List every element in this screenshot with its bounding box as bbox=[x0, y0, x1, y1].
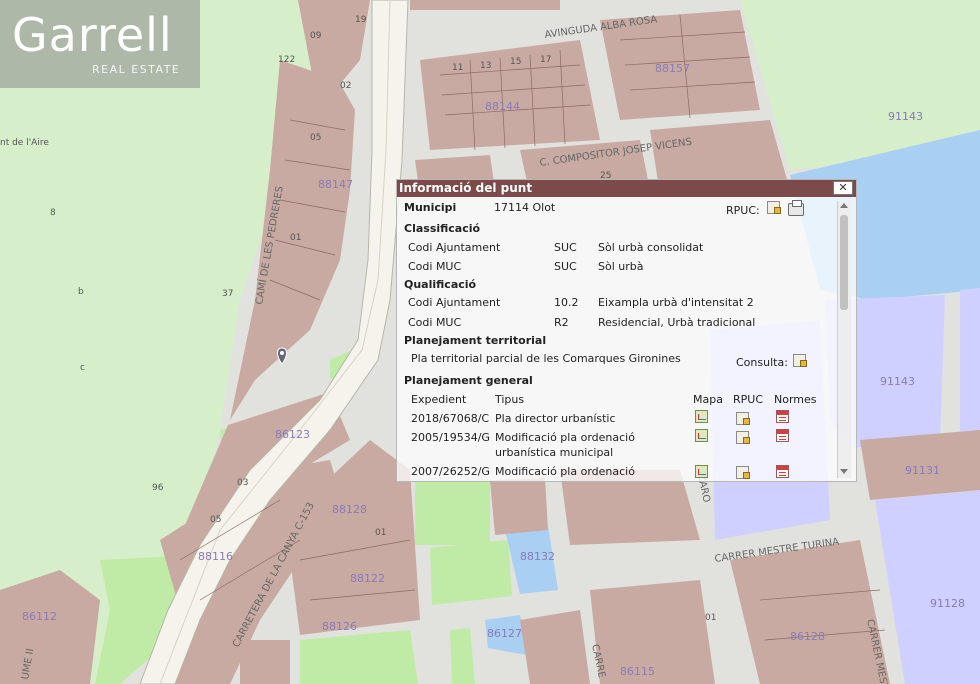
svg-text:01: 01 bbox=[705, 613, 716, 623]
expedient-value: 2007/26252/G bbox=[411, 465, 490, 478]
tipus-value-cont: urbanística municipal bbox=[495, 446, 614, 459]
qualificacio-heading: Qualificació bbox=[404, 278, 477, 291]
svg-text:05: 05 bbox=[310, 133, 321, 143]
svg-text:13: 13 bbox=[480, 61, 491, 71]
map-icon[interactable] bbox=[695, 429, 708, 442]
popup-title: Informació del punt bbox=[397, 180, 856, 197]
svg-text:88116: 88116 bbox=[198, 550, 233, 563]
svg-text:122: 122 bbox=[278, 55, 295, 65]
svg-text:nt de l'Aire: nt de l'Aire bbox=[0, 138, 49, 148]
qual-row-label: Codi Ajuntament bbox=[408, 296, 501, 309]
svg-text:88147: 88147 bbox=[318, 178, 353, 191]
tipus-value: Pla director urbanístic bbox=[495, 412, 616, 425]
municipi-label: Municipi bbox=[404, 201, 457, 214]
pdf-icon[interactable] bbox=[776, 429, 789, 442]
col-normes: Normes bbox=[774, 393, 817, 406]
svg-text:86115: 86115 bbox=[620, 665, 655, 678]
pdf-icon[interactable] bbox=[776, 465, 789, 478]
svg-text:91143: 91143 bbox=[880, 375, 915, 388]
territorial-heading: Planejament territorial bbox=[404, 334, 547, 347]
svg-text:86123: 86123 bbox=[275, 428, 310, 441]
svg-text:11: 11 bbox=[452, 63, 463, 73]
svg-text:86112: 86112 bbox=[22, 610, 57, 623]
svg-text:91131: 91131 bbox=[905, 464, 940, 477]
svg-text:96: 96 bbox=[152, 483, 164, 493]
class-row-code: SUC bbox=[554, 241, 577, 254]
rpuc-label: RPUC: bbox=[726, 204, 760, 217]
rpuc-doc-icon[interactable] bbox=[767, 201, 781, 214]
territorial-plan: Pla territorial parcial de les Comarques… bbox=[411, 352, 681, 365]
svg-text:05: 05 bbox=[210, 515, 221, 525]
logo-name: Garrell bbox=[12, 8, 173, 62]
class-row-desc: Sòl urbà bbox=[598, 260, 644, 273]
svg-text:03: 03 bbox=[237, 478, 248, 488]
qual-row-desc: Residencial, Urbà tradicional bbox=[598, 316, 756, 329]
rpuc-doc-icon[interactable] bbox=[736, 466, 750, 479]
svg-text:8: 8 bbox=[50, 208, 56, 218]
scroll-up-icon[interactable] bbox=[840, 203, 848, 208]
map-icon[interactable] bbox=[695, 465, 708, 478]
close-button[interactable]: ✕ bbox=[833, 181, 853, 195]
svg-text:88132: 88132 bbox=[520, 550, 555, 563]
svg-text:01: 01 bbox=[375, 528, 386, 538]
consulta-label: Consulta: bbox=[736, 356, 788, 369]
tipus-value: Modificació pla ordenació bbox=[495, 431, 635, 444]
col-tipus: Tipus bbox=[495, 393, 525, 406]
class-row-label: Codi MUC bbox=[408, 260, 462, 273]
svg-text:88122: 88122 bbox=[350, 572, 385, 585]
expedient-value: 2018/67068/C bbox=[411, 412, 490, 425]
class-row-code: SUC bbox=[554, 260, 577, 273]
svg-text:88144: 88144 bbox=[485, 100, 520, 113]
qual-row-label: Codi MUC bbox=[408, 316, 462, 329]
svg-text:91128: 91128 bbox=[930, 597, 965, 610]
municipi-value: 17114 Olot bbox=[494, 201, 556, 214]
brand-logo: Garrell REAL ESTATE bbox=[0, 0, 200, 88]
svg-text:b: b bbox=[78, 287, 84, 297]
scroll-thumb[interactable] bbox=[840, 215, 848, 310]
rpuc-doc-icon[interactable] bbox=[736, 412, 750, 425]
consulta-doc-icon[interactable] bbox=[793, 354, 807, 367]
svg-text:86127: 86127 bbox=[487, 627, 522, 640]
col-rpuc: RPUC bbox=[733, 393, 764, 406]
rpuc-doc-icon[interactable] bbox=[736, 431, 750, 444]
svg-text:01: 01 bbox=[290, 233, 301, 243]
classificacio-heading: Classificació bbox=[404, 222, 481, 235]
map-icon[interactable] bbox=[695, 410, 708, 423]
pdf-icon[interactable] bbox=[776, 410, 789, 423]
svg-text:37: 37 bbox=[222, 289, 233, 299]
svg-text:02: 02 bbox=[340, 81, 351, 91]
class-row-desc: Sòl urbà consolidat bbox=[598, 241, 704, 254]
svg-text:88128: 88128 bbox=[332, 503, 367, 516]
qual-row-code: R2 bbox=[554, 316, 569, 329]
col-mapa: Mapa bbox=[693, 393, 723, 406]
tipus-value: Modificació pla ordenació bbox=[495, 465, 635, 478]
qual-row-code: 10.2 bbox=[554, 296, 579, 309]
svg-text:88126: 88126 bbox=[322, 620, 357, 633]
svg-text:19: 19 bbox=[355, 15, 367, 25]
svg-text:c: c bbox=[80, 363, 85, 373]
svg-text:17: 17 bbox=[540, 55, 551, 65]
svg-text:15: 15 bbox=[510, 57, 521, 67]
scroll-down-icon[interactable] bbox=[840, 469, 848, 474]
svg-text:86128: 86128 bbox=[790, 630, 825, 643]
point-info-popup: Informació del punt ✕ Municipi 17114 Olo… bbox=[396, 179, 857, 482]
qual-row-desc: Eixampla urbà d'intensitat 2 bbox=[598, 296, 754, 309]
svg-text:09: 09 bbox=[310, 31, 322, 41]
svg-text:91143: 91143 bbox=[888, 110, 923, 123]
popup-scrollbar[interactable] bbox=[837, 201, 851, 478]
print-icon[interactable] bbox=[788, 200, 804, 216]
expedient-value: 2005/19534/G bbox=[411, 431, 490, 444]
class-row-label: Codi Ajuntament bbox=[408, 241, 501, 254]
svg-text:88157: 88157 bbox=[655, 62, 690, 75]
col-expedient: Expedient bbox=[411, 393, 467, 406]
logo-subtitle: REAL ESTATE bbox=[92, 63, 181, 76]
general-heading: Planejament general bbox=[404, 374, 533, 387]
